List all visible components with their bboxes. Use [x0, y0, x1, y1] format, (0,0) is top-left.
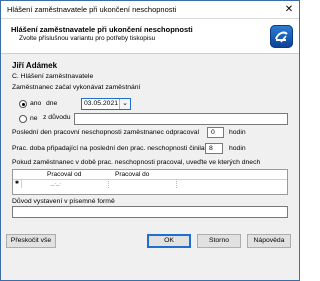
date-input[interactable]: 03.05.2021 ⌄ [81, 98, 131, 110]
day-label: dne [46, 100, 58, 107]
dialog-window: Hlášení zaměstnavatele při ukončení nesc… [0, 0, 300, 281]
header-subtitle: Zvolte příslušnou variantu pro potřeby t… [19, 35, 156, 42]
radio-no[interactable] [19, 115, 27, 123]
started-work-label: Zaměstnanec začal vykonávat zaměstnání [12, 84, 141, 91]
radio-yes-label: ano [30, 100, 42, 107]
grid-col-from[interactable]: Pracoval od [47, 171, 81, 178]
last-day-label: Poslední den pracovní neschopnosti zaměs… [12, 129, 200, 136]
worked-during-label: Pokud zaměstnanec v době prac. neschopno… [12, 159, 261, 166]
date-value: 03.05.2021 [84, 100, 119, 107]
grid-cell-to[interactable] [108, 179, 177, 188]
header-title: Hlášení zaměstnavatele při ukončení nesc… [11, 25, 193, 34]
window-title: Hlášení zaměstnavatele při ukončení nesc… [7, 5, 177, 14]
radio-yes[interactable] [19, 100, 27, 108]
hours-label-2: hodin [229, 145, 246, 152]
work-time-hours-input[interactable]: 8 [205, 143, 223, 154]
cancel-button[interactable]: Storno [197, 234, 241, 248]
person-name: Jiří Adámek [12, 61, 58, 70]
reason-label: z důvodu [43, 114, 71, 121]
worked-days-grid[interactable]: Pracoval od Pracoval do ✱ _._. [12, 169, 288, 195]
title-bar: Hlášení zaměstnavatele při ukončení nesc… [1, 1, 299, 19]
section-label: C. Hlášení zaměstnavatele [12, 73, 94, 80]
help-button[interactable]: Nápověda [247, 234, 291, 248]
chevron-down-icon[interactable]: ⌄ [119, 99, 130, 109]
work-time-value: 8 [209, 145, 213, 152]
grid-row-placeholder: _._. [51, 180, 62, 186]
written-reason-label: Důvod vystavení v písemné formě [12, 198, 115, 205]
hours-label-1: hodin [229, 129, 246, 136]
reason-input[interactable] [74, 113, 288, 125]
skip-all-button[interactable]: Přeskočit vše [6, 234, 56, 248]
ok-button[interactable]: OK [147, 234, 191, 248]
last-day-value: 0 [211, 129, 215, 136]
dialog-header: Hlášení zaměstnavatele při ukončení nesc… [1, 19, 299, 54]
grid-col-to[interactable]: Pracoval do [115, 171, 149, 178]
radio-no-label: ne [30, 115, 38, 122]
row-marker-icon[interactable]: ✱ [13, 179, 22, 188]
written-reason-input[interactable] [12, 206, 288, 218]
work-time-label: Prac. doba připadající na poslední den p… [12, 145, 205, 152]
last-day-hours-input[interactable]: 0 [207, 127, 224, 138]
app-logo-icon [270, 25, 293, 48]
close-icon[interactable]: ✕ [283, 4, 295, 15]
